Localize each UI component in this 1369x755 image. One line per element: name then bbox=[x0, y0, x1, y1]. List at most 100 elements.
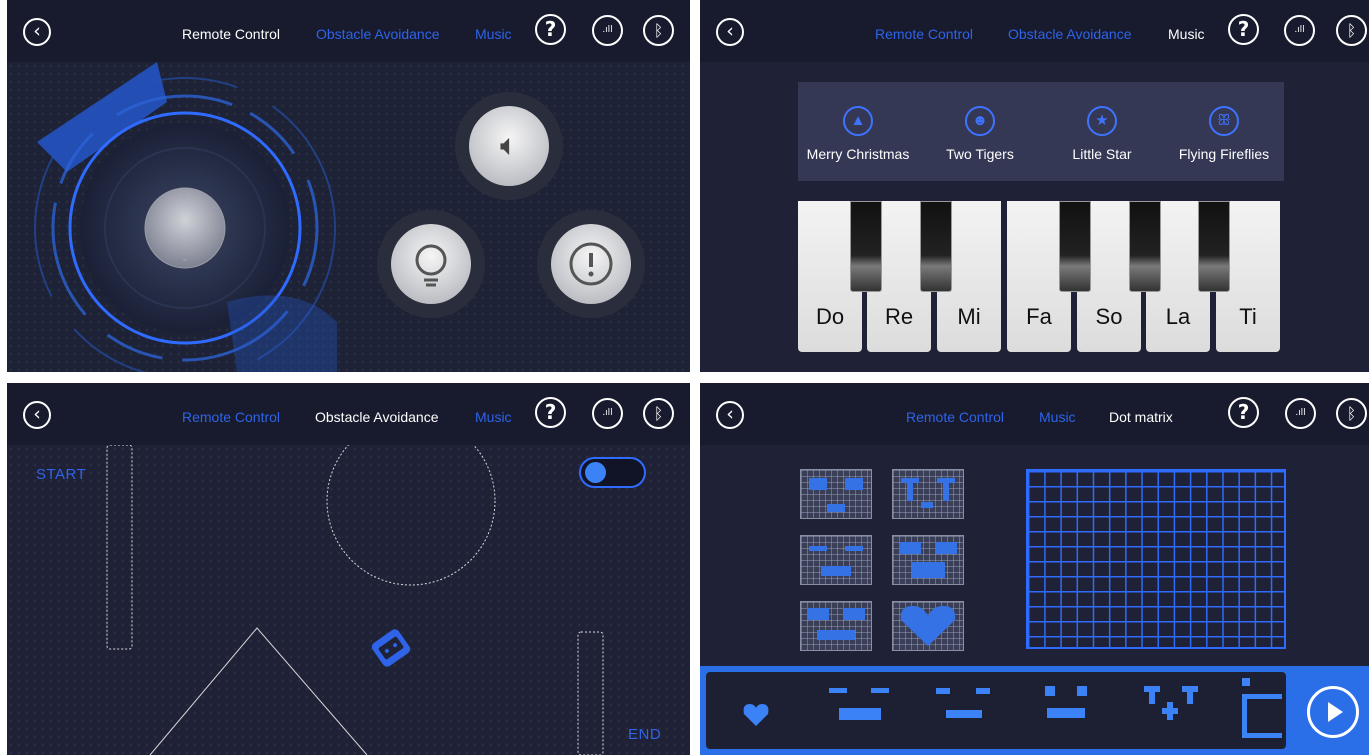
music-area: ▲ Merry Christmas ☻ Two Tigers ★ Little Sta… bbox=[700, 62, 1369, 372]
key-label: Re bbox=[884, 304, 914, 329]
speaker-button[interactable]: 🔈︎ bbox=[469, 106, 549, 186]
back-button[interactable]: ‹ bbox=[23, 401, 51, 429]
help-button[interactable]: ? bbox=[1228, 397, 1259, 428]
song-label: Flying Fireflies bbox=[1178, 146, 1270, 162]
song-list: ▲ Merry Christmas ☻ Two Tigers ★ Little Sta… bbox=[798, 82, 1284, 181]
signal-icon[interactable]: .ıll bbox=[1284, 15, 1315, 46]
alert-button[interactable] bbox=[551, 224, 631, 304]
bluetooth-button[interactable]: ᛒ bbox=[643, 15, 674, 46]
pattern-thumb-face[interactable] bbox=[800, 601, 872, 651]
top-bar: ‹ Remote Control Obstacle Avoidance Musi… bbox=[700, 0, 1369, 62]
top-bar: ‹ Remote Control Obstacle Avoidance Musi… bbox=[7, 383, 690, 445]
back-button[interactable]: ‹ bbox=[716, 401, 744, 429]
strip-pattern-squint[interactable] bbox=[1031, 678, 1111, 742]
pattern-thumb-tt[interactable] bbox=[892, 469, 964, 519]
signal-icon[interactable]: .ıll bbox=[592, 398, 623, 429]
song-merry-christmas[interactable]: ▲ Merry Christmas bbox=[798, 106, 918, 162]
tab-remote-control[interactable]: Remote Control bbox=[875, 26, 973, 42]
wall-obstacle-left bbox=[106, 445, 133, 650]
tab-remote-control[interactable]: Remote Control bbox=[906, 409, 1004, 425]
dot-matrix-panel: ‹ Remote Control Music Dot matrix ? .ıll… bbox=[700, 383, 1369, 755]
tab-music[interactable]: Music bbox=[1039, 409, 1076, 425]
alert-button-ring bbox=[537, 210, 645, 318]
bulb-button[interactable] bbox=[391, 224, 471, 304]
star-icon: ★ bbox=[1087, 106, 1117, 136]
play-button[interactable] bbox=[1307, 686, 1359, 738]
signal-icon[interactable]: .ıll bbox=[592, 15, 623, 46]
music-panel: ‹ Remote Control Obstacle Avoidance Musi… bbox=[700, 0, 1369, 372]
top-bar: ‹ Remote Control Obstacle Avoidance Musi… bbox=[7, 0, 690, 62]
control-area: ⌃ ⌄ ‹ › 🔈︎ bbox=[7, 62, 690, 372]
piano-black-key[interactable] bbox=[920, 201, 952, 292]
speaker-button-ring: 🔈︎ bbox=[455, 92, 563, 200]
song-label: Two Tigers bbox=[946, 146, 1014, 162]
butterfly-icon: ꕥ bbox=[1209, 106, 1239, 136]
tab-music[interactable]: Music bbox=[1168, 26, 1205, 42]
toggle-switch[interactable] bbox=[579, 457, 646, 488]
tab-obstacle-avoidance[interactable]: Obstacle Avoidance bbox=[316, 26, 440, 42]
obstacle-avoidance-panel: ‹ Remote Control Obstacle Avoidance Musi… bbox=[7, 383, 690, 755]
key-label: La bbox=[1165, 304, 1191, 329]
help-button[interactable]: ? bbox=[535, 14, 566, 45]
pattern-thumb-heart[interactable] bbox=[892, 601, 964, 651]
wall-obstacle-right bbox=[577, 631, 604, 755]
tab-obstacle-avoidance[interactable]: Obstacle Avoidance bbox=[315, 409, 439, 425]
play-icon bbox=[1328, 702, 1343, 722]
strip-pattern-wink[interactable] bbox=[926, 678, 1006, 742]
tiger-icon: ☻ bbox=[965, 106, 995, 136]
circle-obstacle bbox=[326, 445, 496, 586]
svg-text:‹: ‹ bbox=[155, 224, 158, 235]
pattern-thumb-surprised[interactable] bbox=[892, 535, 964, 585]
bluetooth-button[interactable]: ᛒ bbox=[643, 398, 674, 429]
tab-music[interactable]: Music bbox=[475, 26, 512, 42]
svg-text:›: › bbox=[211, 224, 214, 235]
piano-black-key[interactable] bbox=[850, 201, 882, 292]
toggle-knob bbox=[585, 462, 606, 483]
robot-car-icon bbox=[371, 629, 411, 667]
help-button[interactable]: ? bbox=[1228, 14, 1259, 45]
tab-music[interactable]: Music bbox=[475, 409, 512, 425]
bluetooth-button[interactable]: ᛒ bbox=[1336, 398, 1367, 429]
obstacle-course bbox=[106, 445, 604, 755]
key-label: Mi bbox=[957, 304, 981, 329]
pattern-thumb-happy[interactable] bbox=[800, 535, 872, 585]
song-label: Little Star bbox=[1072, 146, 1132, 162]
piano-black-key[interactable] bbox=[1129, 201, 1161, 292]
strip-pattern-heart[interactable] bbox=[716, 678, 796, 742]
piano-black-key[interactable] bbox=[1198, 201, 1230, 292]
song-label: Merry Christmas bbox=[806, 146, 910, 162]
top-bar: ‹ Remote Control Music Dot matrix ? .ıll… bbox=[700, 383, 1369, 445]
tab-remote-control[interactable]: Remote Control bbox=[182, 26, 280, 42]
song-flying-fireflies[interactable]: ꕥ Flying Fireflies bbox=[1164, 106, 1284, 162]
bluetooth-button[interactable]: ᛒ bbox=[1336, 15, 1367, 46]
signal-icon[interactable]: .ıll bbox=[1285, 398, 1316, 429]
key-label: Ti bbox=[1239, 304, 1257, 329]
tab-dot-matrix[interactable]: Dot matrix bbox=[1109, 409, 1173, 425]
back-button[interactable]: ‹ bbox=[23, 18, 51, 46]
song-little-star[interactable]: ★ Little Star bbox=[1042, 106, 1162, 162]
key-label: Do bbox=[815, 304, 845, 329]
piano-black-key[interactable] bbox=[1059, 201, 1091, 292]
remote-control-panel: ‹ Remote Control Obstacle Avoidance Musi… bbox=[7, 0, 690, 372]
svg-text:⌄: ⌄ bbox=[181, 253, 189, 264]
dot-matrix-area bbox=[700, 445, 1369, 755]
back-button[interactable]: ‹ bbox=[716, 18, 744, 46]
help-button[interactable]: ? bbox=[535, 397, 566, 428]
key-label: So bbox=[1095, 304, 1123, 329]
triangle-obstacle bbox=[149, 627, 368, 755]
strip-pattern-partial[interactable] bbox=[1236, 678, 1286, 742]
pattern-strip-inner bbox=[706, 672, 1286, 749]
course-area: START END bbox=[7, 445, 690, 755]
pattern-thumb-heart-eyes[interactable] bbox=[800, 469, 872, 519]
bulb-button-ring bbox=[377, 210, 485, 318]
tab-obstacle-avoidance[interactable]: Obstacle Avoidance bbox=[1008, 26, 1132, 42]
strip-pattern-happy[interactable] bbox=[821, 678, 901, 742]
song-two-tigers[interactable]: ☻ Two Tigers bbox=[920, 106, 1040, 162]
alert-icon bbox=[569, 242, 613, 286]
dot-matrix-editor-grid[interactable] bbox=[1026, 469, 1286, 649]
tree-icon: ▲ bbox=[843, 106, 873, 136]
strip-pattern-tt[interactable] bbox=[1136, 678, 1216, 742]
tab-remote-control[interactable]: Remote Control bbox=[182, 409, 280, 425]
svg-text:⌃: ⌃ bbox=[181, 195, 189, 206]
key-label: Fa bbox=[1026, 304, 1052, 329]
